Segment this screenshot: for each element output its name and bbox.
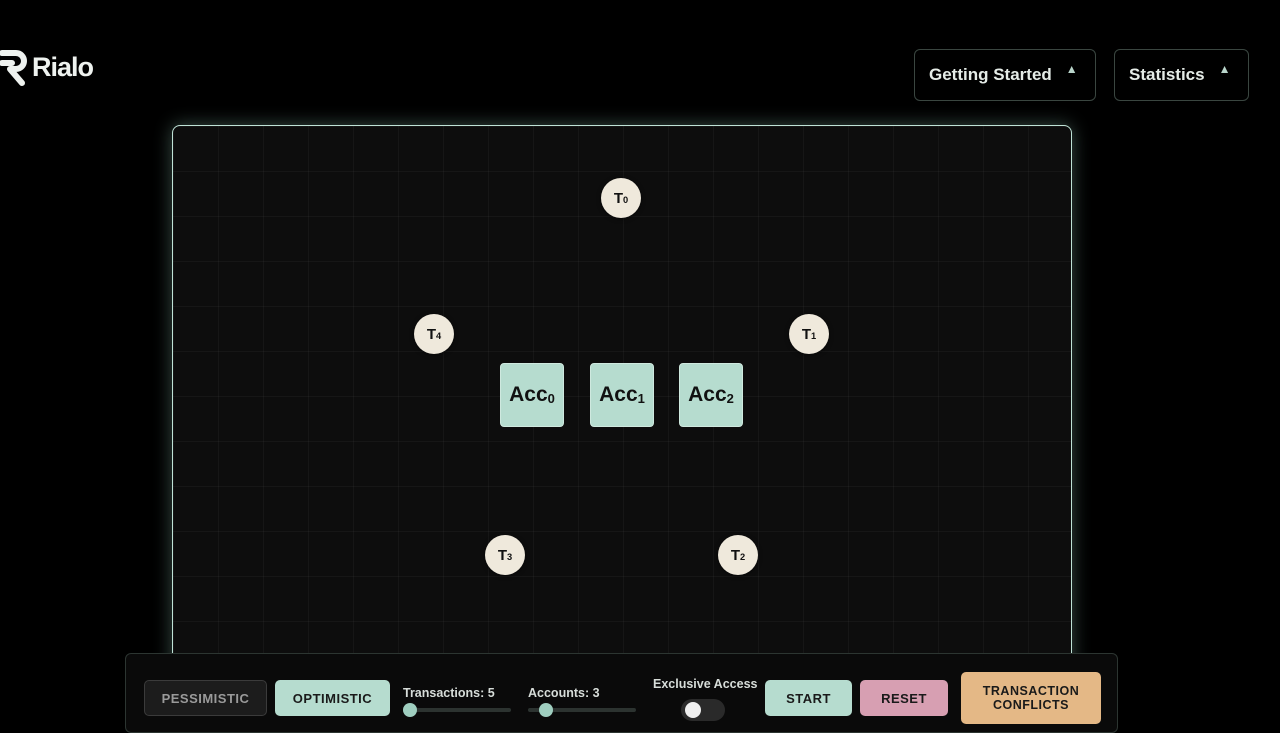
- transaction-node-2[interactable]: T2: [718, 535, 758, 575]
- exclusive-access-toggle[interactable]: [681, 699, 725, 721]
- exclusive-access-label: Exclusive Access: [653, 677, 758, 691]
- brand-logo[interactable]: Rialo: [0, 47, 94, 87]
- transactions-slider-group: Transactions: 5: [403, 686, 511, 717]
- transaction-node-4[interactable]: T4: [414, 314, 454, 354]
- transaction-index: 3: [507, 552, 513, 563]
- accounts-slider[interactable]: [528, 703, 636, 717]
- account-node-1[interactable]: Acc 1: [590, 363, 654, 427]
- transaction-node-1[interactable]: T1: [789, 314, 829, 354]
- conflicts-label-line1: TRANSACTION: [982, 684, 1080, 698]
- transaction-node-3[interactable]: T3: [485, 535, 525, 575]
- account-node-2[interactable]: Acc 2: [679, 363, 743, 427]
- control-bar: PESSIMISTIC OPTIMISTIC Transactions: 5 A…: [125, 653, 1118, 733]
- transaction-label: T: [730, 546, 740, 564]
- transaction-index: 0: [623, 195, 629, 206]
- transaction-label: T: [801, 325, 811, 343]
- account-index: 1: [637, 390, 645, 406]
- statistics-label: Statistics: [1129, 65, 1205, 84]
- optimistic-mode-button[interactable]: OPTIMISTIC: [275, 680, 390, 716]
- simulation-canvas: T0 T1 T2 T3 T4 Acc 0 Acc 1 Acc 2: [172, 125, 1072, 685]
- chevron-up-icon: ▲: [1218, 62, 1231, 76]
- getting-started-dropdown[interactable]: Getting Started ▲: [914, 49, 1096, 101]
- transactions-slider-thumb[interactable]: [403, 703, 417, 717]
- transaction-index: 1: [811, 331, 817, 342]
- account-label: Acc: [599, 383, 638, 406]
- account-index: 0: [547, 390, 555, 406]
- transactions-slider[interactable]: [403, 703, 511, 717]
- start-button[interactable]: START: [765, 680, 852, 716]
- brand-name: Rialo: [32, 51, 94, 82]
- reset-button[interactable]: RESET: [860, 680, 948, 716]
- getting-started-label: Getting Started: [929, 65, 1052, 84]
- toggle-knob: [685, 702, 701, 718]
- rialo-logo-icon: [0, 50, 27, 86]
- conflicts-label-line2: CONFLICTS: [992, 698, 1070, 712]
- accounts-slider-label: Accounts: 3: [528, 686, 600, 700]
- statistics-dropdown[interactable]: Statistics ▲: [1114, 49, 1249, 101]
- transaction-index: 4: [436, 331, 442, 342]
- transaction-conflicts-button[interactable]: TRANSACTION CONFLICTS: [961, 672, 1101, 724]
- account-node-0[interactable]: Acc 0: [500, 363, 564, 427]
- transaction-label: T: [613, 189, 623, 207]
- account-label: Acc: [688, 383, 727, 406]
- transaction-node-0[interactable]: T0: [601, 178, 641, 218]
- account-index: 2: [726, 390, 734, 406]
- transaction-label: T: [497, 546, 507, 564]
- account-label: Acc: [509, 383, 548, 406]
- transaction-label: T: [426, 325, 436, 343]
- accounts-slider-group: Accounts: 3: [528, 686, 636, 717]
- chevron-up-icon: ▲: [1065, 62, 1078, 76]
- exclusive-access-group: Exclusive Access: [653, 677, 757, 721]
- accounts-slider-thumb[interactable]: [539, 703, 553, 717]
- transaction-index: 2: [740, 552, 746, 563]
- pessimistic-mode-button[interactable]: PESSIMISTIC: [144, 680, 267, 716]
- transactions-slider-label: Transactions: 5: [403, 686, 495, 700]
